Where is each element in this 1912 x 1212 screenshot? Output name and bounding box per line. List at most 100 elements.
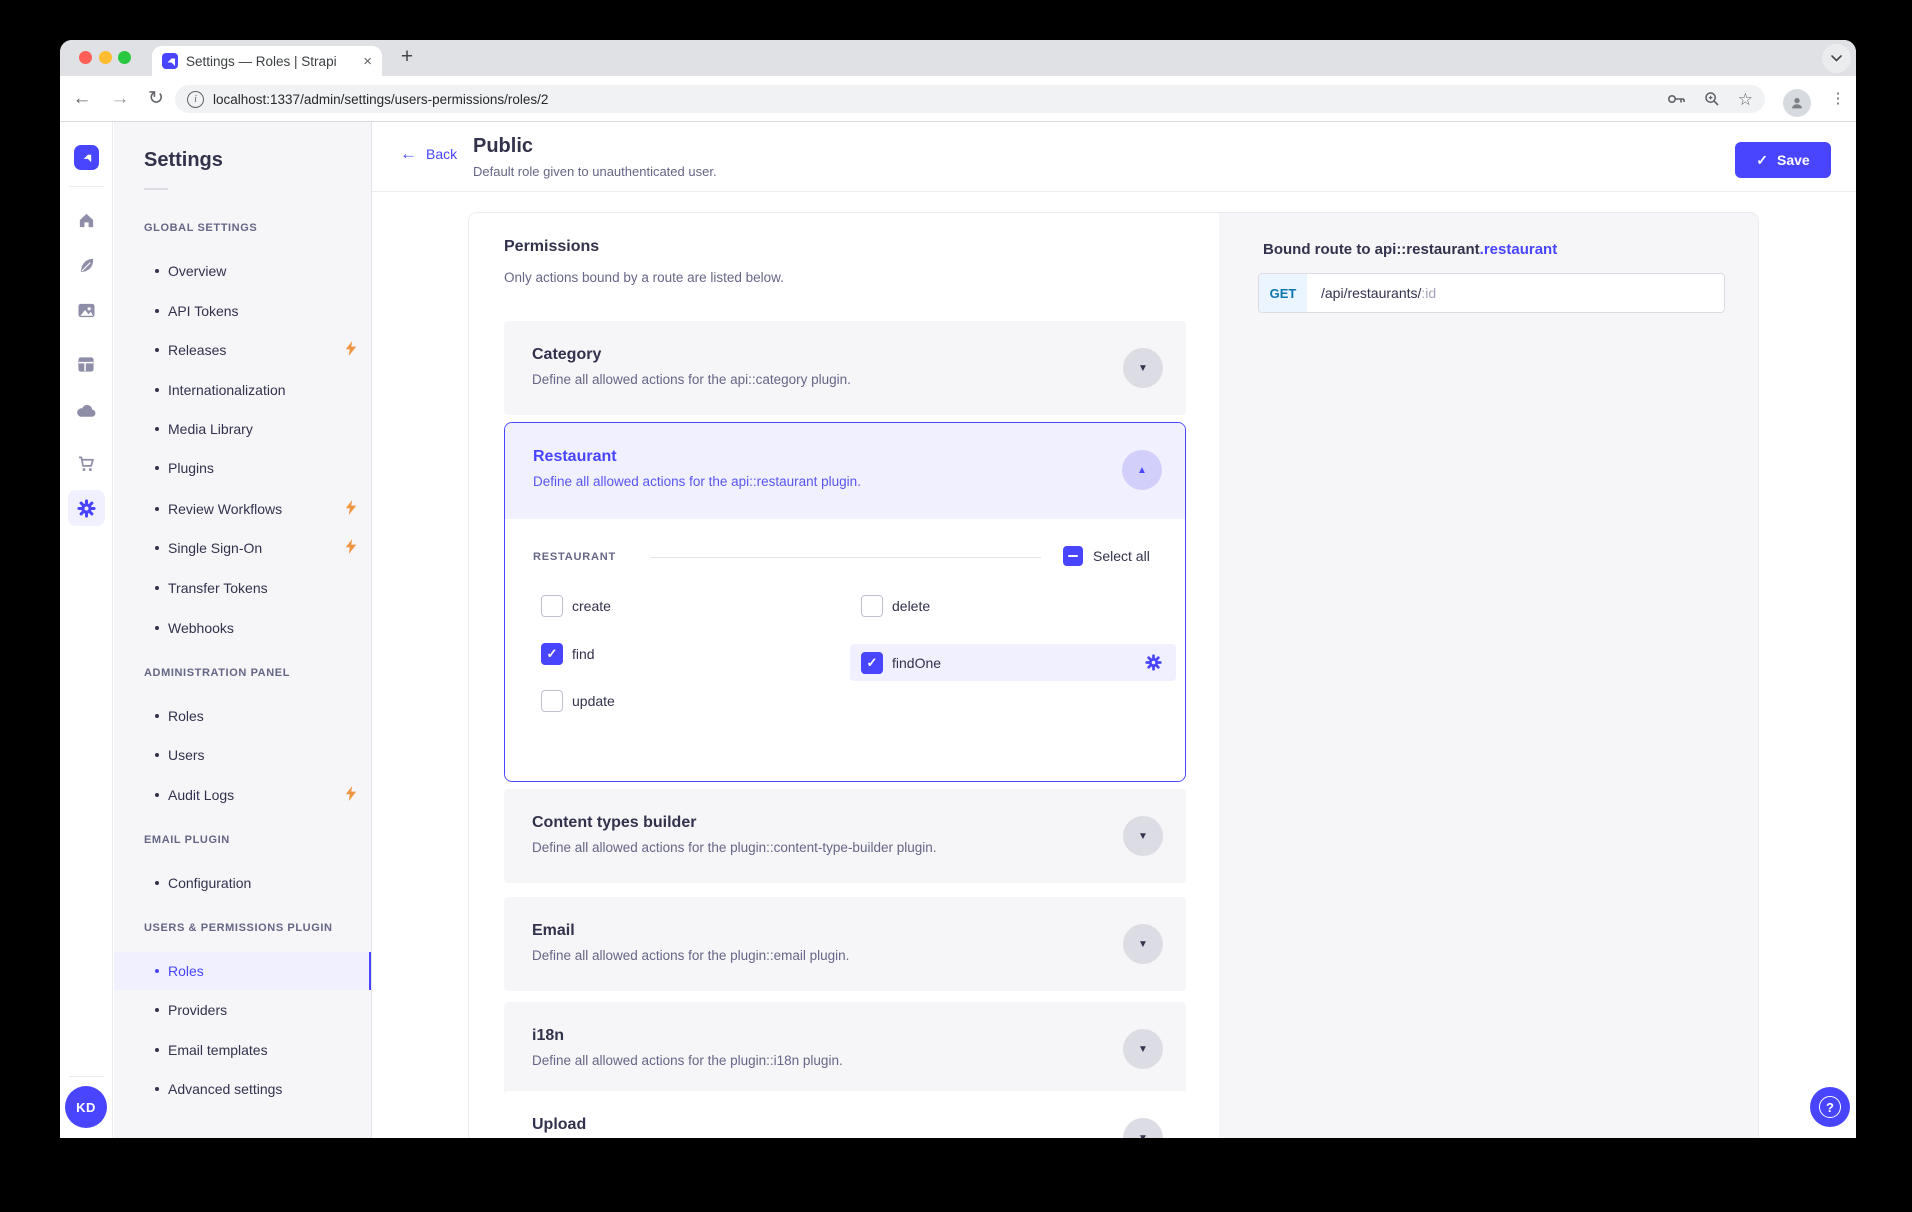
tab-strip: Settings — Roles | Strapi × + [60, 40, 1856, 76]
nav-content-type-builder-icon[interactable] [60, 353, 112, 375]
strapi-logo[interactable] [74, 145, 99, 170]
bullet-icon [155, 969, 159, 973]
accordion-category[interactable]: Category Define all allowed actions for … [504, 321, 1186, 415]
nav-marketplace-cart-icon[interactable] [60, 453, 112, 475]
user-avatar[interactable]: KD [65, 1086, 107, 1128]
browser-profile-avatar[interactable] [1783, 89, 1811, 117]
nav-deploy-cloud-icon[interactable] [60, 399, 112, 421]
accordion-title: Content types builder [532, 814, 696, 832]
create-checkbox[interactable] [541, 595, 563, 617]
sidebar-item-overview[interactable]: Overview [114, 252, 371, 290]
sidebar-item-plugins[interactable]: Plugins [114, 449, 371, 487]
browser-tab[interactable]: Settings — Roles | Strapi × [152, 46, 382, 76]
select-all-label: Select all [1093, 548, 1150, 564]
sidebar-item-single-sign-on[interactable]: Single Sign-On [114, 529, 371, 567]
accordion-email[interactable]: Email Define all allowed actions for the… [504, 897, 1186, 991]
accordion-i18n[interactable]: i18n Define all allowed actions for the … [504, 1002, 1186, 1096]
sidebar-item-api-tokens[interactable]: API Tokens [114, 292, 371, 330]
bullet-icon [155, 466, 159, 470]
sidebar-item-review-workflows[interactable]: Review Workflows [114, 490, 371, 528]
sidebar-item-providers[interactable]: Providers [114, 991, 371, 1029]
expand-button[interactable]: ▼ [1123, 348, 1163, 388]
findone-checkbox[interactable]: ✓ [861, 652, 883, 674]
chevron-down-icon [1831, 55, 1842, 62]
chevron-down-icon: ▼ [1138, 1133, 1148, 1139]
permission-row-update: update [541, 690, 615, 712]
http-method-badge: GET [1259, 274, 1307, 312]
sidebar-item-internationalization[interactable]: Internationalization [114, 371, 371, 409]
route-path: /api/restaurants/:id [1321, 285, 1436, 301]
tab-search-button[interactable] [1822, 44, 1851, 73]
help-button[interactable]: ? [1810, 1087, 1850, 1127]
tab-close-icon[interactable]: × [363, 54, 372, 69]
check-icon: ✓ [1756, 152, 1768, 169]
nav-home-icon[interactable] [60, 209, 112, 231]
expand-button[interactable]: ▼ [1123, 1118, 1163, 1138]
sidebar-title: Settings [144, 149, 223, 172]
permissions-pane: Permissions Only actions bound by a rout… [469, 213, 1219, 1138]
accordion-restaurant-header[interactable]: Restaurant Define all allowed actions fo… [505, 423, 1185, 519]
bullet-icon [155, 546, 159, 550]
collapse-button[interactable]: ▲ [1122, 450, 1162, 490]
section-label-global-settings: GLOBAL SETTINGS [144, 222, 257, 234]
save-button[interactable]: ✓ Save [1735, 142, 1831, 178]
nav-settings-active[interactable] [68, 490, 105, 526]
browser-window: Settings — Roles | Strapi × + ← → ↻ i lo… [60, 40, 1856, 1138]
group-label: RESTAURANT [533, 551, 616, 563]
route-display[interactable]: GET /api/restaurants/:id [1258, 273, 1725, 313]
forward-nav-icon[interactable]: → [106, 76, 134, 121]
new-tab-button[interactable]: + [392, 42, 422, 72]
browser-menu-icon[interactable]: ⋮ [1826, 76, 1850, 121]
sidebar-item-configuration[interactable]: Configuration [114, 864, 371, 902]
section-label-administration-panel: ADMINISTRATION PANEL [144, 667, 290, 679]
accordion-title: Restaurant [533, 448, 617, 466]
gear-icon [77, 499, 96, 518]
sidebar-item-webhooks[interactable]: Webhooks [114, 609, 371, 647]
close-window-button[interactable] [79, 51, 92, 64]
sidebar-item-media-library[interactable]: Media Library [114, 410, 371, 448]
bound-route-panel: Bound route to api::restaurant.restauran… [1219, 213, 1758, 1138]
sidebar-item-admin-users[interactable]: Users [114, 736, 371, 774]
accordion-upload[interactable]: Upload ▼ [504, 1091, 1186, 1138]
url-text[interactable]: localhost:1337/admin/settings/users-perm… [213, 92, 1649, 107]
accordion-title: Upload [532, 1116, 586, 1134]
bound-route-title: Bound route to api::restaurant.restauran… [1263, 241, 1557, 258]
nav-media-library-icon[interactable] [60, 299, 112, 321]
sidebar-item-admin-roles[interactable]: Roles [114, 697, 371, 735]
nav-content-manager-icon[interactable] [60, 254, 112, 276]
expand-button[interactable]: ▼ [1123, 924, 1163, 964]
restaurant-permissions-body: RESTAURANT Select all create [505, 519, 1185, 781]
back-link[interactable]: ← Back [400, 144, 457, 164]
check-icon: ✓ [867, 655, 878, 671]
zoom-page-icon[interactable] [1704, 91, 1720, 107]
update-checkbox[interactable] [541, 690, 563, 712]
chevron-up-icon: ▲ [1137, 465, 1147, 476]
sidebar-item-email-templates[interactable]: Email templates [114, 1031, 371, 1069]
expand-button[interactable]: ▼ [1123, 1029, 1163, 1069]
delete-checkbox[interactable] [861, 595, 883, 617]
sidebar-item-releases[interactable]: Releases [114, 331, 371, 369]
find-checkbox[interactable]: ✓ [541, 643, 563, 665]
reload-icon[interactable]: ↻ [142, 76, 170, 121]
findone-settings-gear-icon[interactable] [1145, 654, 1162, 671]
sidebar-item-audit-logs[interactable]: Audit Logs [114, 776, 371, 814]
sidebar-item-advanced-settings[interactable]: Advanced settings [114, 1070, 371, 1108]
bullet-icon [155, 714, 159, 718]
accordion-desc: Define all allowed actions for the api::… [532, 372, 851, 387]
info-icon[interactable]: i [187, 91, 204, 108]
permission-row-find: ✓ find [541, 643, 595, 665]
sidebar-item-roles-active[interactable]: Roles [114, 952, 371, 990]
bookmark-star-icon[interactable]: ☆ [1738, 91, 1753, 108]
person-icon [1789, 95, 1805, 111]
accordion-content-types-builder[interactable]: Content types builder Define all allowed… [504, 789, 1186, 883]
back-nav-icon[interactable]: ← [68, 76, 96, 121]
fullscreen-window-button[interactable] [118, 51, 131, 64]
password-key-icon[interactable] [1667, 92, 1686, 106]
accordion-restaurant-expanded: Restaurant Define all allowed actions fo… [504, 422, 1186, 782]
url-bar[interactable]: i localhost:1337/admin/settings/users-pe… [175, 85, 1765, 113]
select-all-checkbox[interactable] [1063, 546, 1083, 566]
page-title: Public [473, 135, 533, 158]
sidebar-item-transfer-tokens[interactable]: Transfer Tokens [114, 569, 371, 607]
minimize-window-button[interactable] [99, 51, 112, 64]
expand-button[interactable]: ▼ [1123, 816, 1163, 856]
